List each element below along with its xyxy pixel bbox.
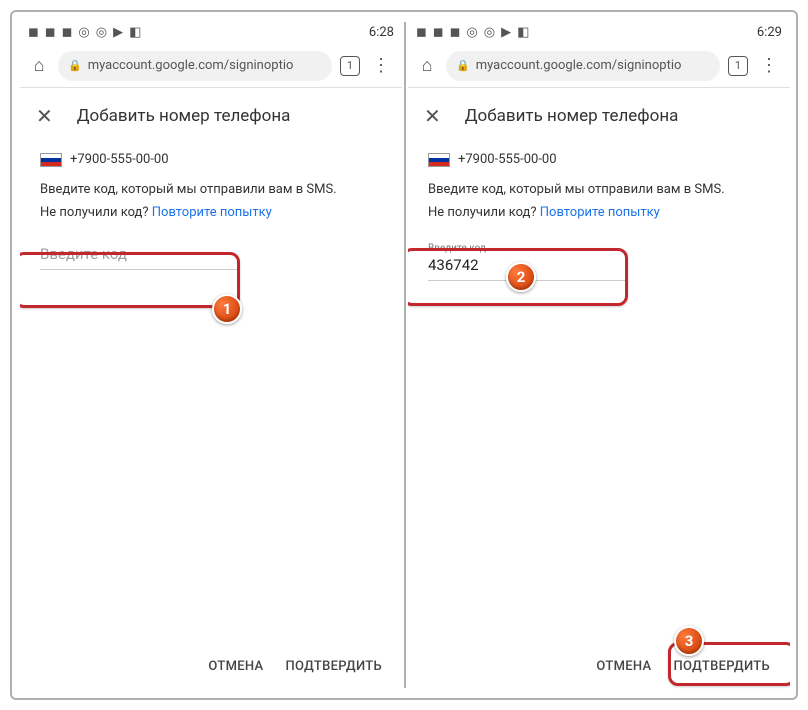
instruction-retry: Не получили код? Повторите попытку [428, 204, 770, 223]
close-icon[interactable]: ✕ [36, 104, 53, 128]
status-bar: ◼ ◼ ◼ ◎ ◎ ▶ ◧ 6:29 [408, 20, 790, 44]
url-text: myaccount.google.com/signinoptio [88, 58, 294, 73]
code-input-placeholder: Введите код [40, 245, 240, 265]
phone-number-text: +7900-555-00-00 [70, 152, 169, 167]
page-title: Добавить номер телефона [465, 106, 679, 126]
facebook-icon: ◼ [28, 25, 39, 40]
facebook-icon: ◼ [433, 25, 444, 40]
retry-link[interactable]: Повторите попытку [152, 205, 272, 220]
code-input[interactable]: Введите код 436742 [428, 237, 628, 281]
instruction-retry: Не получили код? Повторите попытку [40, 204, 382, 223]
instruction-text: Введите код, который мы отправили вам в … [428, 181, 770, 200]
retry-link[interactable]: Повторите попытку [540, 205, 660, 220]
play-store-icon: ▶ [501, 25, 511, 40]
instagram-icon: ◎ [484, 25, 495, 40]
page-header: ✕ Добавить номер телефона [408, 88, 790, 144]
lock-icon: 🔒 [456, 59, 470, 72]
page-header: ✕ Добавить номер телефона [20, 88, 402, 144]
url-text: myaccount.google.com/signinoptio [476, 58, 682, 73]
russia-flag-icon [428, 153, 450, 167]
facebook-icon: ◼ [62, 25, 73, 40]
phone-screenshot-right: ◼ ◼ ◼ ◎ ◎ ▶ ◧ 6:29 ⌂ 🔒 myaccount.google.… [408, 20, 790, 690]
code-input-value: 436742 [428, 256, 628, 276]
footer-buttons: ОТМЕНА ПОДТВЕРДИТЬ [208, 659, 382, 674]
close-icon[interactable]: ✕ [424, 104, 441, 128]
status-icons: ◼ ◼ ◼ ◎ ◎ ▶ ◧ [28, 25, 141, 40]
phone-screenshot-left: ◼ ◼ ◼ ◎ ◎ ▶ ◧ 6:28 ⌂ 🔒 myaccount.google.… [20, 20, 402, 690]
home-icon[interactable]: ⌂ [28, 55, 50, 77]
app-icon: ◧ [129, 25, 141, 40]
phone-number-row: +7900-555-00-00 [428, 152, 770, 167]
instagram-icon: ◎ [96, 25, 107, 40]
browser-toolbar: ⌂ 🔒 myaccount.google.com/signinoptio 1 ⋮ [408, 44, 790, 88]
cancel-button[interactable]: ОТМЕНА [208, 659, 263, 674]
facebook-icon: ◼ [450, 25, 461, 40]
url-bar[interactable]: 🔒 myaccount.google.com/signinoptio [446, 51, 720, 81]
status-bar: ◼ ◼ ◼ ◎ ◎ ▶ ◧ 6:28 [20, 20, 402, 44]
facebook-icon: ◼ [45, 25, 56, 40]
app-icon: ◧ [517, 25, 529, 40]
panel-divider [404, 22, 406, 688]
more-icon[interactable]: ⋮ [756, 55, 782, 76]
tab-count[interactable]: 1 [728, 56, 748, 76]
retry-prefix: Не получили код? [428, 205, 540, 220]
instagram-icon: ◎ [78, 25, 89, 40]
home-icon[interactable]: ⌂ [416, 55, 438, 77]
page-content: +7900-555-00-00 Введите код, который мы … [20, 144, 402, 690]
status-time: 6:29 [757, 25, 782, 40]
status-time: 6:28 [369, 25, 394, 40]
cancel-button[interactable]: ОТМЕНА [596, 659, 651, 674]
russia-flag-icon [40, 153, 62, 167]
callout-bubble-3: 3 [674, 626, 704, 656]
confirm-button[interactable]: ПОДТВЕРДИТЬ [673, 659, 770, 674]
footer-buttons: ОТМЕНА ПОДТВЕРДИТЬ [596, 659, 770, 674]
retry-prefix: Не получили код? [40, 205, 152, 220]
more-icon[interactable]: ⋮ [368, 55, 394, 76]
code-input-label: Введите код [428, 243, 628, 254]
browser-toolbar: ⌂ 🔒 myaccount.google.com/signinoptio 1 ⋮ [20, 44, 402, 88]
phone-number-text: +7900-555-00-00 [458, 152, 557, 167]
play-store-icon: ▶ [113, 25, 123, 40]
instruction-text: Введите код, который мы отправили вам в … [40, 181, 382, 200]
url-bar[interactable]: 🔒 myaccount.google.com/signinoptio [58, 51, 332, 81]
facebook-icon: ◼ [416, 25, 427, 40]
page-title: Добавить номер телефона [77, 106, 291, 126]
status-icons: ◼ ◼ ◼ ◎ ◎ ▶ ◧ [416, 25, 529, 40]
confirm-button[interactable]: ПОДТВЕРДИТЬ [285, 659, 382, 674]
lock-icon: 🔒 [68, 59, 82, 72]
instagram-icon: ◎ [466, 25, 477, 40]
callout-bubble-1: 1 [212, 294, 242, 324]
tab-count[interactable]: 1 [340, 56, 360, 76]
code-input[interactable]: Введите код [40, 239, 240, 270]
page-content: +7900-555-00-00 Введите код, который мы … [408, 144, 790, 690]
phone-number-row: +7900-555-00-00 [40, 152, 382, 167]
